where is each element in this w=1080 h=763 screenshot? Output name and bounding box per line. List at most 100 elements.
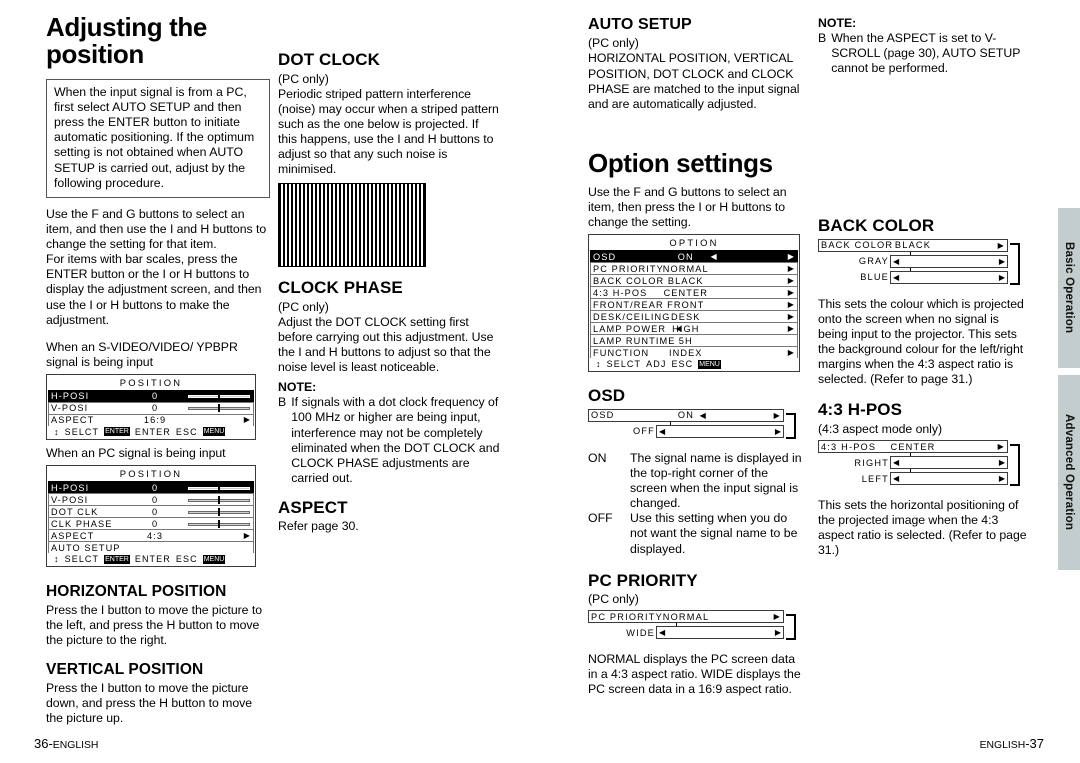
text-aspect: Refer page 30. <box>278 519 359 534</box>
h-pos-strip-option[interactable]: ◀ ▶ <box>890 472 1008 486</box>
osd-option-menu[interactable]: OPTION OSD ON ◀ ▶ PC PRIORITY NORMAL ▶ B… <box>588 234 800 373</box>
osd-bar-scale[interactable] <box>188 507 250 516</box>
chevron-left-icon[interactable]: ◀ <box>700 411 707 420</box>
chevron-right-icon[interactable]: ▶ <box>788 312 795 321</box>
osd-row[interactable]: V-POSI 0 <box>48 401 254 414</box>
chevron-right-icon[interactable]: ▶ <box>788 348 795 357</box>
h-pos-strip-option[interactable]: ◀ ▶ <box>890 456 1008 470</box>
chevron-right-icon[interactable]: ▶ <box>788 300 795 309</box>
osd-row[interactable]: FRONT/REAR FRONT ▶ <box>590 298 798 311</box>
chevron-right-icon[interactable]: ▶ <box>774 612 781 621</box>
heading-aspect: ASPECT <box>278 497 348 517</box>
osd-bar-scale[interactable] <box>188 483 250 492</box>
chevron-right-icon[interactable]: ▶ <box>999 273 1005 282</box>
chevron-left-icon[interactable]: ◀ <box>893 458 899 467</box>
osd-row[interactable]: H-POSI 0 <box>48 389 254 402</box>
osd-row[interactable]: CLK PHASE 0 <box>48 517 254 530</box>
osd-bar-scale[interactable] <box>188 495 250 504</box>
osd-row[interactable]: DESK/CEILING DESK ▶ <box>590 310 798 323</box>
chevron-right-icon[interactable]: ▶ <box>788 288 795 297</box>
chevron-right-icon[interactable]: ▶ <box>998 241 1005 250</box>
osd-strip-option[interactable]: ◀ ▶ <box>656 424 784 438</box>
chevron-right-icon[interactable]: ▶ <box>775 427 781 436</box>
osd-position-video[interactable]: POSITION H-POSI 0 V-POSI 0 ASPECT 16:9 ▶… <box>46 373 256 440</box>
osd-row-label: CLK PHASE <box>51 518 113 529</box>
chevron-right-icon[interactable]: ▶ <box>788 324 795 333</box>
osd-row[interactable]: DOT CLK 0 <box>48 505 254 518</box>
chevron-right-icon[interactable]: ▶ <box>244 531 251 540</box>
h-pos-toggle-diagram: 4:3 H-POS CENTER ▶ RIGHT ◀ ▶ LEFT ◀ ▶ <box>818 440 1030 492</box>
definition-term: ON <box>588 450 607 465</box>
heading-vertical-position: VERTICAL POSITION <box>46 661 204 679</box>
footer-language: ENGLISH <box>52 740 99 751</box>
chevron-right-icon[interactable]: ▶ <box>788 252 795 261</box>
chevron-left-icon[interactable]: ◀ <box>710 252 717 261</box>
osd-bar-scale[interactable] <box>188 392 250 401</box>
chevron-right-icon[interactable]: ▶ <box>998 442 1005 451</box>
osd-position-pc[interactable]: POSITION H-POSI 0 V-POSI 0 DOT CLK 0 CLK… <box>46 465 256 568</box>
osd-row[interactable]: H-POSI 0 <box>48 481 254 494</box>
chevron-right-icon[interactable]: ▶ <box>244 416 251 424</box>
chevron-right-icon[interactable]: ▶ <box>788 276 795 285</box>
sidetab-advanced-operation[interactable]: Advanced Operation <box>1058 375 1080 570</box>
chevron-left-icon[interactable]: ◀ <box>893 257 899 266</box>
loop-connector <box>1010 242 1020 285</box>
column-right-a: AUTO SETUP (PC only) HORIZONTAL POSITION… <box>588 16 804 698</box>
pc-priority-strip-current[interactable]: PC PRIORITY NORMAL ▶ <box>588 610 784 624</box>
subtext-pc-priority: (PC only) <box>588 592 639 607</box>
osd-row[interactable]: LAMP RUNTIME 5H <box>590 334 798 347</box>
back-color-strip-option[interactable]: ◀ ▶ <box>890 254 1008 268</box>
text-clock-phase: Adjust the DOT CLOCK setting first befor… <box>278 314 494 375</box>
pc-priority-strip-option[interactable]: ◀ ▶ <box>656 626 784 640</box>
footer-page-number: 36- <box>34 736 53 751</box>
back-color-toggle-diagram: BACK COLOR BLACK ▶ GRAY ◀ ▶ BLUE ◀ ▶ <box>818 238 1030 291</box>
definition-desc: Use this setting when you do not want th… <box>630 511 798 556</box>
updown-icon: ↕ <box>54 426 60 437</box>
osd-row[interactable]: OSD ON ◀ ▶ <box>590 250 798 263</box>
h-pos-option-label: RIGHT <box>854 457 889 468</box>
osd-strip-current[interactable]: OSD ON ◀ ▶ <box>588 408 784 422</box>
chevron-left-icon[interactable]: ◀ <box>659 628 665 637</box>
chevron-left-icon[interactable]: ◀ <box>659 427 665 436</box>
sidetab-basic-operation[interactable]: Basic Operation <box>1058 208 1080 368</box>
osd-row[interactable]: LAMP POWER HIGH ◀ ▶ <box>590 322 798 335</box>
osd-row[interactable]: ASPECT 4:3 ▶ <box>48 529 254 542</box>
chevron-right-icon[interactable]: ▶ <box>999 257 1005 266</box>
pc-priority-toggle-diagram: PC PRIORITY NORMAL ▶ WIDE ◀ ▶ <box>588 610 804 646</box>
back-color-strip-option[interactable]: ◀ ▶ <box>890 270 1008 284</box>
osd-row-value: 0 <box>151 403 159 414</box>
chevron-left-icon[interactable]: ◀ <box>675 324 682 333</box>
osd-row[interactable]: AUTO SETUP <box>48 541 254 554</box>
chevron-right-icon[interactable]: ▶ <box>774 411 781 420</box>
osd-row-value: 16:9 <box>143 415 167 426</box>
text-pc-priority: NORMAL displays the PC screen data in a … <box>588 652 801 697</box>
osd-hint-enter: ENTER <box>134 426 171 437</box>
heading-dot-clock: DOT CLOCK <box>278 50 380 69</box>
osd-row[interactable]: FUNCTION INDEX ▶ <box>590 346 798 359</box>
osd-row[interactable]: V-POSI 0 <box>48 493 254 506</box>
h-pos-strip-current[interactable]: 4:3 H-POS CENTER ▶ <box>818 440 1008 454</box>
sidetab-label: Basic Operation <box>1063 242 1075 334</box>
osd-row[interactable]: 4:3 H-POS CENTER ▶ <box>590 286 798 299</box>
osd-footer-hints: ↕ SELCT ENTER ENTER ESC MENU <box>48 553 254 565</box>
osd-row[interactable]: BACK COLOR BLACK ▶ <box>590 274 798 287</box>
osd-bar-scale[interactable] <box>188 404 250 413</box>
osd-bar-scale[interactable] <box>188 519 250 528</box>
heading-pc-priority: PC PRIORITY <box>588 570 698 590</box>
chevron-right-icon[interactable]: ▶ <box>775 628 781 637</box>
strip-value: ON <box>677 410 695 421</box>
back-color-strip-current[interactable]: BACK COLOR BLACK ▶ <box>818 238 1008 252</box>
osd-row-label: V-POSI <box>51 494 89 505</box>
chevron-left-icon[interactable]: ◀ <box>893 273 899 282</box>
osd-hint-esc: ESC <box>175 426 198 437</box>
osd-hint-esc: ESC <box>175 554 198 565</box>
osd-row[interactable]: ASPECT 16:9 ▶ <box>48 413 254 426</box>
pc-priority-option-label: WIDE <box>626 627 655 638</box>
osd-row-value: 0 <box>151 518 159 529</box>
heading-back-color: BACK COLOR <box>818 216 935 236</box>
chevron-right-icon[interactable]: ▶ <box>999 474 1005 483</box>
chevron-right-icon[interactable]: ▶ <box>999 458 1005 467</box>
chevron-right-icon[interactable]: ▶ <box>788 264 795 273</box>
osd-row[interactable]: PC PRIORITY NORMAL ▶ <box>590 262 798 275</box>
chevron-left-icon[interactable]: ◀ <box>893 474 899 483</box>
